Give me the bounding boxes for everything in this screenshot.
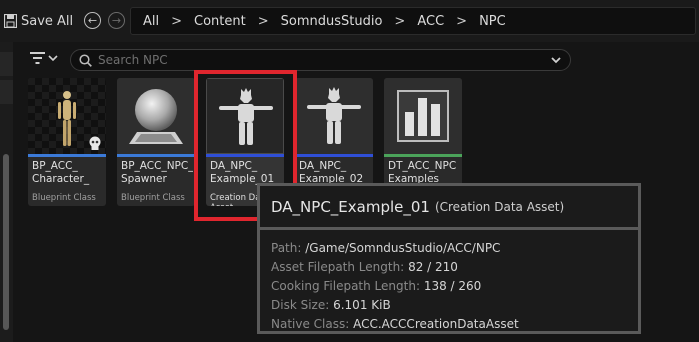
asset-name: BP_ACC_ Character_ NPC (32, 160, 90, 185)
filter-dropdown-button[interactable] (30, 52, 58, 64)
asset-type-bar (28, 154, 106, 157)
chevron-right-icon[interactable]: > (382, 14, 405, 29)
asset-type-bar (206, 154, 284, 157)
search-bar (70, 49, 571, 71)
tooltip-value: 6.101 KiB (333, 298, 391, 312)
save-all-label: Save All (21, 13, 74, 29)
character-icon (58, 91, 76, 146)
tooltip-key: Native Class: (271, 317, 350, 331)
vertical-scrollbar[interactable] (3, 154, 9, 330)
search-options-chevron-icon[interactable] (550, 52, 562, 68)
asset-tile[interactable]: BP_ACC_NPC_ Spawner Blueprint Class (117, 78, 195, 206)
asset-type: Blueprint Class (121, 193, 185, 203)
data-table-icon (397, 90, 449, 142)
skull-icon (89, 136, 101, 150)
forward-button[interactable]: → (108, 12, 125, 29)
chevron-right-icon[interactable]: > (444, 14, 467, 29)
tooltip-value: ACC.ACCCreationDataAsset (353, 317, 519, 331)
asset-name: BP_ACC_NPC_ Spawner (121, 160, 193, 185)
asset-thumbnail (28, 78, 106, 154)
search-icon (79, 53, 92, 67)
tooltip-key: Disk Size: (271, 298, 330, 312)
asset-thumbnail (206, 78, 284, 154)
mannequin-icon (219, 88, 273, 145)
panel-tab[interactable] (0, 80, 13, 104)
tooltip-value: 82 / 210 (408, 260, 458, 274)
tooltip-asset-name: DA_NPC_Example_01 (271, 197, 430, 216)
tooltip-row-path: Path: /Game/SomndusStudio/ACC/NPC (271, 239, 519, 258)
asset-type-bar (295, 154, 373, 157)
panel-tab[interactable] (0, 52, 13, 76)
asset-thumbnail (117, 78, 195, 154)
chevron-down-icon (48, 54, 58, 61)
chevron-right-icon[interactable]: > (246, 14, 269, 29)
sphere-icon (129, 89, 183, 144)
search-input[interactable] (98, 53, 538, 67)
save-all-button[interactable]: Save All (4, 11, 73, 31)
filter-icon (30, 52, 45, 64)
tooltip-asset-kind: (Creation Data Asset) (434, 199, 565, 214)
breadcrumb: All > Content > SomndusStudio > ACC > NP… (130, 7, 696, 35)
tooltip-row-asset-filepath-length: Asset Filepath Length: 82 / 210 (271, 258, 519, 277)
arrow-right-icon: → (111, 14, 122, 27)
breadcrumb-item-all[interactable]: All (131, 14, 159, 29)
breadcrumb-item-npc[interactable]: NPC (467, 14, 506, 29)
asset-thumbnail (295, 78, 373, 154)
tooltip-row-disk-size: Disk Size: 6.101 KiB (271, 296, 519, 315)
asset-thumbnail (384, 78, 462, 154)
back-button[interactable]: ← (84, 12, 101, 29)
chevron-right-icon[interactable]: > (159, 14, 182, 29)
tooltip-details: Path: /Game/SomndusStudio/ACC/NPC Asset … (271, 239, 519, 334)
tooltip-row-native-class: Native Class: ACC.ACCCreationDataAsset (271, 315, 519, 334)
tooltip-row-cooking-filepath-length: Cooking Filepath Length: 138 / 260 (271, 277, 519, 296)
asset-type: Blueprint Class (32, 193, 96, 203)
tooltip-value: 138 / 260 (423, 279, 482, 293)
asset-type-bar (117, 154, 195, 157)
tooltip-header: DA_NPC_Example_01 (Creation Data Asset) (260, 186, 638, 230)
source-panel-edge (0, 42, 13, 342)
tooltip-value: /Game/SomndusStudio/ACC/NPC (305, 241, 501, 255)
breadcrumb-item-somndusstudio[interactable]: SomndusStudio (269, 14, 383, 29)
asset-tile[interactable]: BP_ACC_ Character_ NPC Blueprint Class (28, 78, 106, 206)
breadcrumb-item-acc[interactable]: ACC (405, 14, 444, 29)
mannequin-icon (307, 87, 361, 144)
breadcrumb-item-content[interactable]: Content (182, 14, 246, 29)
save-icon (4, 14, 17, 28)
asset-tooltip: DA_NPC_Example_01 (Creation Data Asset) … (257, 183, 641, 334)
tooltip-key: Cooking Filepath Length: (271, 279, 420, 293)
arrow-left-icon: ← (87, 14, 98, 27)
asset-type-bar (384, 154, 462, 157)
tooltip-key: Path: (271, 241, 302, 255)
top-toolbar: Save All ← → All > Content > SomndusStud… (0, 0, 699, 42)
tooltip-key: Asset Filepath Length: (271, 260, 405, 274)
